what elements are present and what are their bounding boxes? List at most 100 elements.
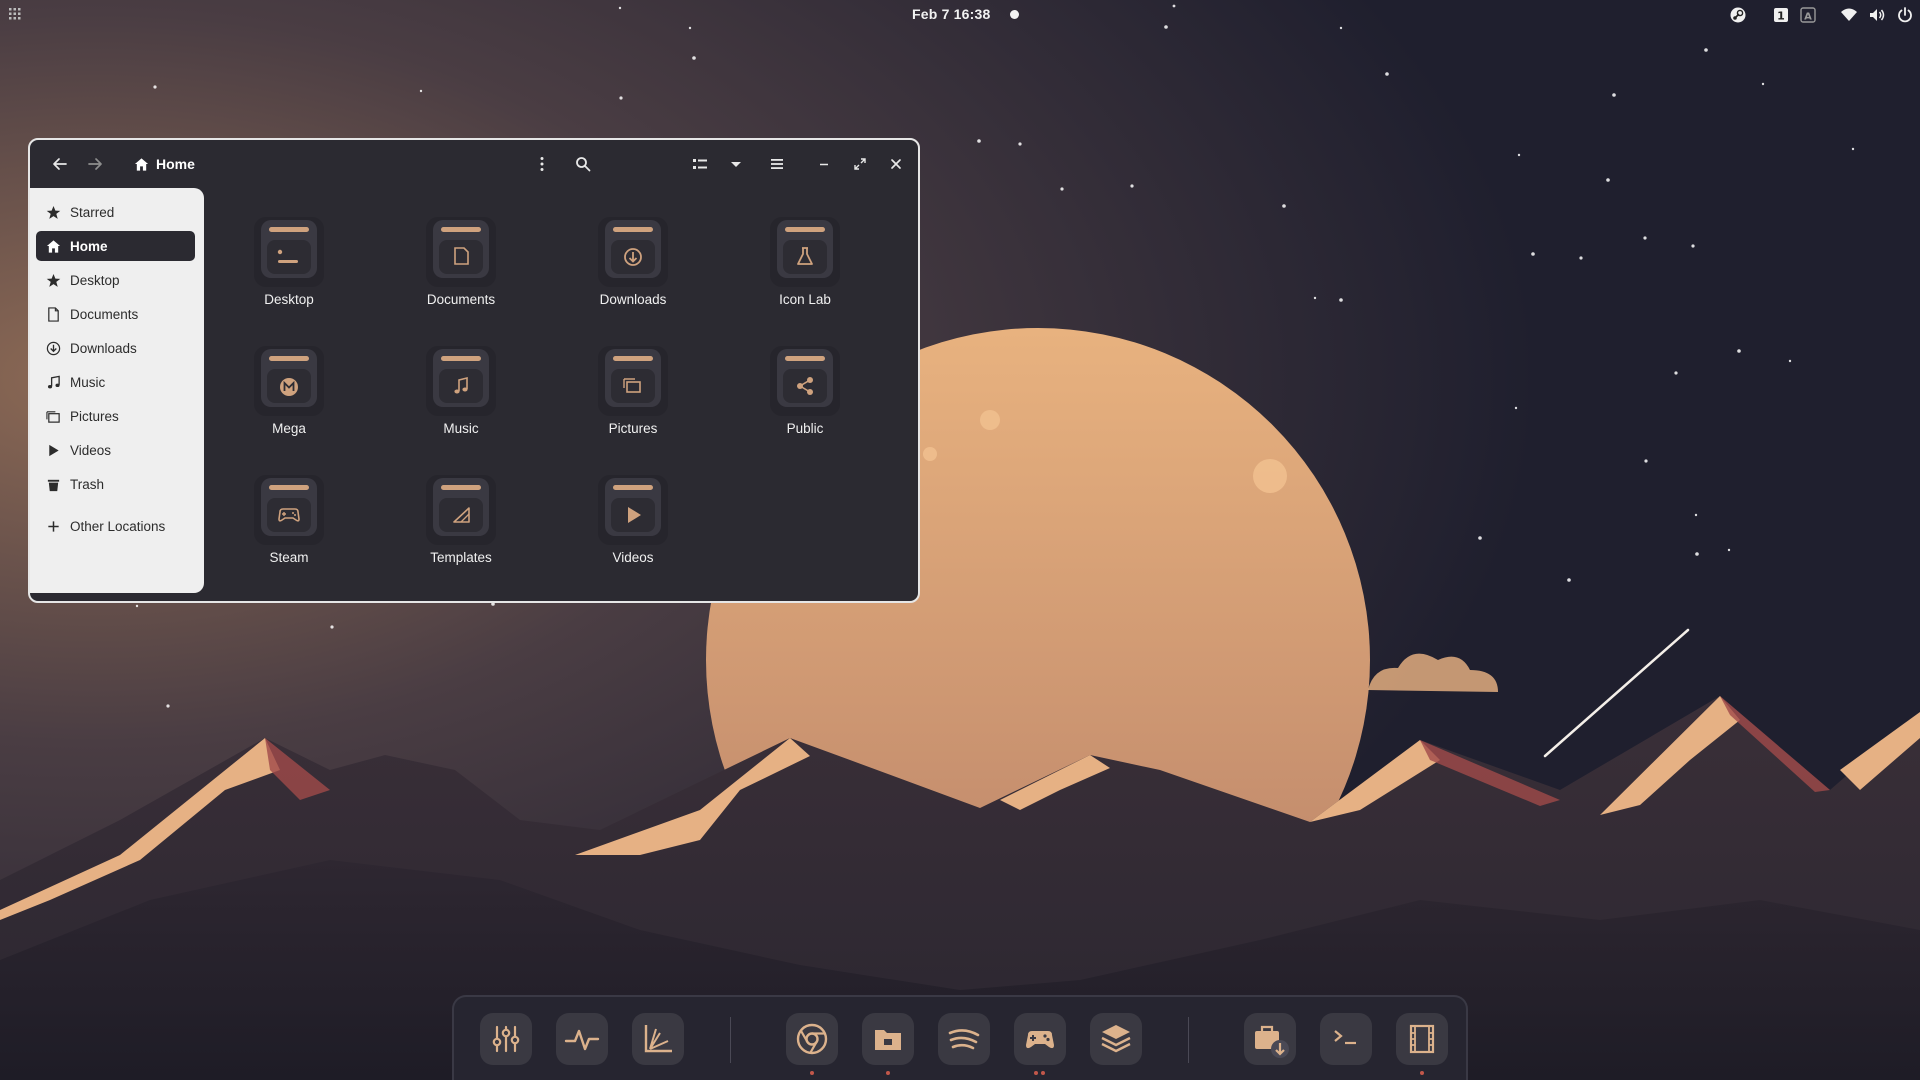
- wifi-icon[interactable]: [1840, 6, 1858, 24]
- keyboard-layout-icon[interactable]: 1: [1772, 6, 1790, 24]
- sidebar-item-label: Music: [70, 374, 106, 390]
- folder-videos-icon: [598, 475, 668, 545]
- sidebar-item-label: Downloads: [70, 340, 137, 356]
- dock-app-software-store[interactable]: [1242, 1011, 1298, 1067]
- folder-music-icon: [426, 346, 496, 416]
- volume-icon[interactable]: [1868, 6, 1886, 24]
- dock-app-equalizer[interactable]: [478, 1011, 534, 1067]
- dock-app-chrome[interactable]: [784, 1011, 840, 1075]
- equalizer-app-icon: [480, 1013, 532, 1065]
- folder-label: Mega: [272, 421, 306, 436]
- steam-icon[interactable]: [1729, 6, 1747, 24]
- main-menu-button[interactable]: [763, 150, 791, 178]
- terminal-app-icon: [1320, 1013, 1372, 1065]
- sidebar-item-label: Trash: [70, 476, 105, 492]
- path-menu-button[interactable]: [528, 150, 556, 178]
- sidebar-item-home[interactable]: Home: [36, 231, 195, 261]
- notification-dot-icon: [1010, 10, 1019, 19]
- search-icon: [576, 157, 591, 172]
- folder-label: Desktop: [264, 292, 314, 307]
- input-method-icon[interactable]: A: [1799, 6, 1817, 24]
- folder-label: Icon Lab: [779, 292, 831, 307]
- running-indicator: [1034, 1071, 1038, 1075]
- running-indicator: [810, 1071, 814, 1075]
- current-location: Home: [156, 156, 195, 172]
- dock-app-files[interactable]: [860, 1011, 916, 1075]
- dock-app-spotify[interactable]: [936, 1011, 992, 1067]
- forward-button[interactable]: [81, 150, 109, 178]
- sidebar-item-starred[interactable]: Starred: [36, 197, 195, 227]
- back-button[interactable]: [46, 150, 74, 178]
- folder-item-desktop[interactable]: Desktop: [224, 214, 354, 324]
- folder-item-pictures[interactable]: Pictures: [568, 343, 698, 453]
- folder-item-music[interactable]: Music: [396, 343, 526, 453]
- folder-item-templates[interactable]: Templates: [396, 472, 526, 582]
- sidebar-item-trash[interactable]: Trash: [36, 469, 195, 499]
- minimize-button[interactable]: [810, 150, 838, 178]
- folder-item-public[interactable]: Public: [740, 343, 870, 453]
- folder-item-documents[interactable]: Documents: [396, 214, 526, 324]
- sidebar-item-documents[interactable]: Documents: [36, 299, 195, 329]
- folder-downloads-icon: [598, 217, 668, 287]
- dock-app-graph[interactable]: [630, 1011, 686, 1067]
- home-icon: [46, 239, 61, 253]
- clock[interactable]: Feb 7 16:38: [912, 6, 990, 22]
- search-button[interactable]: [569, 150, 597, 178]
- dock-app-layers[interactable]: [1088, 1011, 1144, 1067]
- folder-desktop-icon: [254, 217, 324, 287]
- sidebar-item-pictures[interactable]: Pictures: [36, 401, 195, 431]
- activities-grid-icon[interactable]: [9, 8, 21, 20]
- chrome-app-icon: [786, 1013, 838, 1065]
- hamburger-menu-icon: [771, 159, 783, 169]
- folder-label: Templates: [430, 550, 492, 565]
- document-icon: [48, 306, 59, 322]
- dock-app-terminal[interactable]: [1318, 1011, 1374, 1067]
- folder-label: Pictures: [608, 421, 658, 436]
- trash-icon: [47, 479, 60, 491]
- sidebar-item-other-locations[interactable]: Other Locations: [36, 511, 195, 541]
- places-sidebar: Starred Home Desktop Documents Downloads…: [30, 188, 204, 593]
- folder-label: Public: [786, 421, 824, 436]
- maximize-icon: [854, 158, 866, 170]
- files-app-icon: [862, 1013, 914, 1065]
- sidebar-item-label: Home: [70, 238, 108, 254]
- folder-label: Music: [443, 421, 479, 436]
- kebab-menu-icon: [540, 157, 544, 171]
- sidebar-item-videos[interactable]: Videos: [36, 435, 195, 465]
- sidebar-item-desktop[interactable]: Desktop: [36, 265, 195, 295]
- close-button[interactable]: [882, 150, 910, 178]
- play-icon: [49, 444, 59, 456]
- power-icon[interactable]: [1896, 6, 1914, 24]
- folder-item-videos[interactable]: Videos: [568, 472, 698, 582]
- view-toggle-button[interactable]: [686, 150, 714, 178]
- download-icon: [46, 341, 61, 355]
- sidebar-item-label: Desktop: [70, 272, 120, 288]
- sidebar-item-downloads[interactable]: Downloads: [36, 333, 195, 363]
- maximize-button[interactable]: [846, 150, 874, 178]
- view-options-button[interactable]: [722, 150, 750, 178]
- dock-app-games[interactable]: [1012, 1011, 1068, 1075]
- system-monitor-app-icon: [556, 1013, 608, 1065]
- music-note-icon: [47, 375, 60, 388]
- dock-separator: [1188, 1017, 1189, 1063]
- sidebar-item-music[interactable]: Music: [36, 367, 195, 397]
- folder-label: Downloads: [599, 292, 667, 307]
- home-icon: [134, 157, 149, 171]
- dock-separator: [730, 1017, 731, 1063]
- dock-app-video-editor[interactable]: [1394, 1011, 1450, 1075]
- path-bar[interactable]: Home: [124, 149, 556, 179]
- folder-item-icon-lab[interactable]: Icon Lab: [740, 214, 870, 324]
- star-icon: [46, 205, 61, 219]
- plus-icon: [48, 520, 59, 532]
- folder-iconlab-icon: [770, 217, 840, 287]
- layers-app-icon: [1090, 1013, 1142, 1065]
- folder-item-downloads[interactable]: Downloads: [568, 214, 698, 324]
- folder-templates-icon: [426, 475, 496, 545]
- star-icon: [46, 273, 61, 287]
- dock-app-system-monitor[interactable]: [554, 1011, 610, 1067]
- top-bar: Feb 7 16:38 1 A: [0, 0, 1920, 29]
- folder-item-steam[interactable]: Steam: [224, 472, 354, 582]
- picture-icon: [46, 410, 60, 423]
- folder-item-mega[interactable]: Mega: [224, 343, 354, 453]
- graph-app-icon: [632, 1013, 684, 1065]
